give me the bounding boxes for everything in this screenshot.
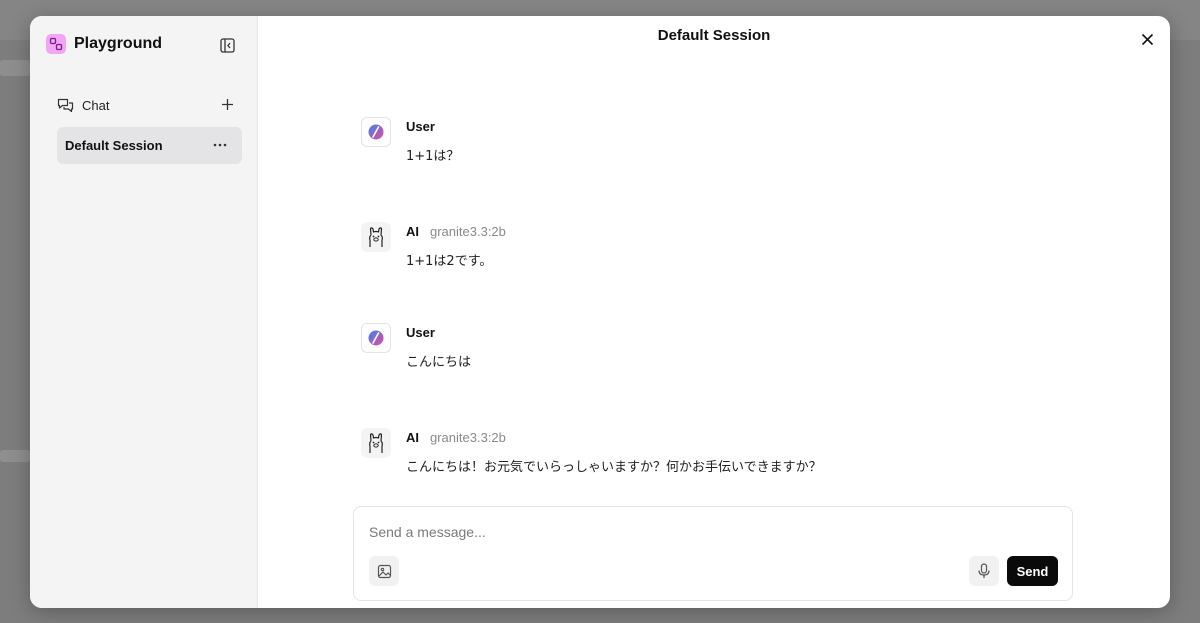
message-input[interactable] [369, 521, 1049, 543]
message-text: こんにちは [406, 355, 472, 370]
sidebar-item-label: Chat [82, 97, 110, 113]
brand-title: Playground [74, 35, 163, 52]
playground-modal: Playground Chat Default Session Default … [30, 16, 1170, 608]
close-button[interactable] [1138, 30, 1156, 48]
sidebar: Playground Chat Default Session [30, 16, 258, 608]
model-name: granite3.3:2b [430, 224, 506, 239]
session-label: Default Session [65, 138, 163, 153]
page-title: Default Session [657, 27, 771, 44]
microphone-icon [978, 563, 990, 578]
message-text: 1+1は？ [406, 149, 460, 164]
panel-left-icon [219, 37, 235, 53]
user-avatar [361, 323, 391, 353]
message-role: AI [406, 224, 419, 239]
send-button[interactable]: Send [1007, 556, 1058, 586]
ai-avatar [361, 222, 391, 252]
plus-icon [221, 98, 233, 110]
background-content [0, 60, 30, 76]
background-content [0, 450, 30, 462]
model-name: granite3.3:2b [430, 430, 506, 445]
playground-logo-icon [46, 34, 66, 54]
user-avatar [361, 117, 391, 147]
brand: Playground [46, 34, 162, 54]
message-header: AI granite3.3:2b [406, 224, 506, 239]
message-role: User [406, 119, 435, 134]
llama-icon [369, 433, 383, 453]
message-role: AI [406, 430, 419, 445]
message-header: AI granite3.3:2b [406, 430, 506, 445]
message-header: User [406, 325, 435, 340]
user-orb-icon [368, 330, 384, 346]
message-role: User [406, 325, 435, 340]
message-composer: Send [353, 506, 1073, 601]
session-item-default[interactable]: Default Session [57, 127, 242, 164]
attach-image-button[interactable] [369, 556, 399, 586]
ai-avatar [361, 428, 391, 458]
more-horizontal-icon [213, 143, 227, 147]
llama-icon [369, 227, 383, 247]
session-more-button[interactable] [212, 137, 228, 153]
close-icon [1141, 33, 1153, 45]
message-header: User [406, 119, 435, 134]
collapse-sidebar-button[interactable] [219, 37, 235, 53]
new-chat-button[interactable] [219, 96, 235, 112]
message-text: こんにちは！お元気でいらっしゃいますか？何かお手伝いできますか？ [406, 460, 822, 475]
image-icon [377, 564, 391, 578]
message-text: 1+1は2です。 [406, 254, 493, 269]
voice-input-button[interactable] [969, 556, 999, 586]
user-orb-icon [368, 124, 384, 140]
chat-bubbles-icon [57, 98, 74, 113]
sidebar-item-chat[interactable]: Chat [57, 95, 237, 115]
chat-panel: Default Session User 1+1は？ AI granite3.3… [258, 16, 1170, 608]
